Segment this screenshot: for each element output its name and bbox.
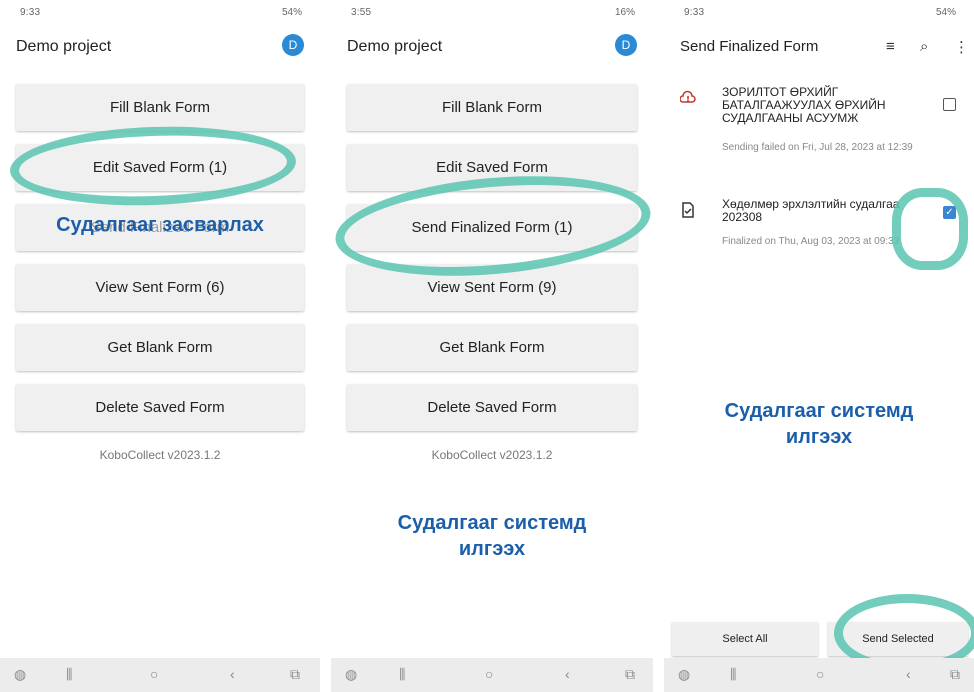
recent-apps-icon[interactable]: ⫼ (399, 666, 405, 683)
status-time: 9:33 (684, 7, 705, 18)
highlight-circle (892, 188, 968, 270)
annotation-line-1: Судалгааг системд (397, 512, 587, 534)
settings-icon[interactable]: ◍ (345, 666, 357, 683)
page-title: Demo project (347, 38, 443, 55)
delete-saved-form-button[interactable]: Delete Saved Form (347, 384, 637, 431)
android-nav-bar: ◍ ⫼ ○ ‹ ⧉ (664, 658, 974, 692)
app-bar: Send Finalized Form ≡ ⌕ ⋮ (664, 30, 974, 66)
phone-screen-main-menu-edit: 9:33 54% Demo project D Fill Blank Form … (0, 0, 320, 692)
status-time: 9:33 (20, 7, 41, 18)
home-icon[interactable]: ○ (816, 666, 824, 682)
page-title: Send Finalized Form (680, 38, 819, 55)
fill-blank-form-button[interactable]: Fill Blank Form (16, 84, 304, 131)
list-item-subtitle: Finalized on Thu, Aug 03, 2023 at 09:33 (722, 236, 900, 247)
annotation-send-survey: Судалгааг системд илгээх (684, 398, 954, 450)
status-time: 3:55 (351, 7, 372, 18)
status-bar: 9:33 54% (12, 4, 308, 24)
delete-saved-form-button[interactable]: Delete Saved Form (16, 384, 304, 431)
select-all-button[interactable]: Select All (672, 622, 818, 656)
recent-apps-icon[interactable]: ⫼ (730, 666, 736, 683)
cloud-error-icon (680, 90, 696, 103)
get-blank-form-button[interactable]: Get Blank Form (347, 324, 637, 371)
item-checkbox[interactable] (943, 98, 956, 111)
more-options-icon[interactable]: ⋮ (954, 38, 969, 56)
phone-screen-send-finalized: 9:33 54% Send Finalized Form ≡ ⌕ ⋮ ЗОРИЛ… (664, 0, 974, 692)
list-item-subtitle: Sending failed on Fri, Jul 28, 2023 at 1… (722, 142, 913, 153)
app-bar: Demo project D (331, 30, 653, 66)
app-version: KoboCollect v2023.1.2 (431, 448, 553, 462)
fill-blank-form-button[interactable]: Fill Blank Form (347, 84, 637, 131)
avatar[interactable]: D (282, 34, 304, 56)
back-icon[interactable]: ‹ (565, 666, 570, 682)
list-item[interactable]: ЗОРИЛТОТ ӨРХИЙГ БАТАЛГААЖУУЛАХ ӨРХИЙН СУ… (676, 86, 964, 176)
annotation-edit-survey: Судалгааг засварлах (16, 214, 304, 237)
phone-screen-main-menu-send: 3:55 16% Demo project D Fill Blank Form … (331, 0, 653, 692)
app-version: KoboCollect v2023.1.2 (99, 448, 221, 462)
recent-apps-icon[interactable]: ⫼ (66, 666, 72, 683)
get-blank-form-button[interactable]: Get Blank Form (16, 324, 304, 371)
back-icon[interactable]: ‹ (906, 666, 911, 682)
app-bar: Demo project D (0, 30, 320, 66)
annotation-line-2: илгээх (458, 538, 526, 560)
home-icon[interactable]: ○ (485, 666, 493, 682)
list-item-title: Хөдөлмөр эрхлэлтийн судалгаа 202308 (722, 197, 900, 224)
home-icon[interactable]: ○ (150, 666, 158, 682)
status-battery: 54% (281, 7, 302, 18)
status-battery: 54% (935, 7, 956, 18)
settings-icon[interactable]: ◍ (14, 666, 26, 683)
screenshot-icon[interactable]: ⧉ (290, 666, 300, 683)
document-check-icon (682, 202, 694, 218)
search-icon[interactable]: ⌕ (920, 38, 928, 55)
status-bar: 9:33 54% (676, 4, 962, 24)
annotation-send-survey: Судалгааг системд илгээх (351, 510, 633, 562)
list-item-title: ЗОРИЛТОТ ӨРХИЙГ БАТАЛГААЖУУЛАХ ӨРХИЙН СУ… (722, 85, 886, 125)
android-nav-bar: ◍ ⫼ ○ ‹ ⧉ (331, 658, 653, 692)
settings-icon[interactable]: ◍ (678, 666, 690, 683)
status-battery: 16% (614, 7, 635, 18)
back-icon[interactable]: ‹ (230, 666, 235, 682)
annotation-line-2: илгээх (785, 426, 853, 448)
view-sent-form-button[interactable]: View Sent Form (6) (16, 264, 304, 311)
screenshot-icon[interactable]: ⧉ (625, 666, 635, 683)
highlight-circle (8, 122, 298, 210)
status-bar: 3:55 16% (343, 4, 641, 24)
annotation-line-1: Судалгааг системд (724, 400, 914, 422)
avatar[interactable]: D (615, 34, 637, 56)
screenshot-icon[interactable]: ⧉ (950, 666, 960, 683)
page-title: Demo project (16, 38, 112, 55)
android-nav-bar: ◍ ⫼ ○ ‹ ⧉ (0, 658, 320, 692)
sort-icon[interactable]: ≡ (886, 38, 895, 55)
